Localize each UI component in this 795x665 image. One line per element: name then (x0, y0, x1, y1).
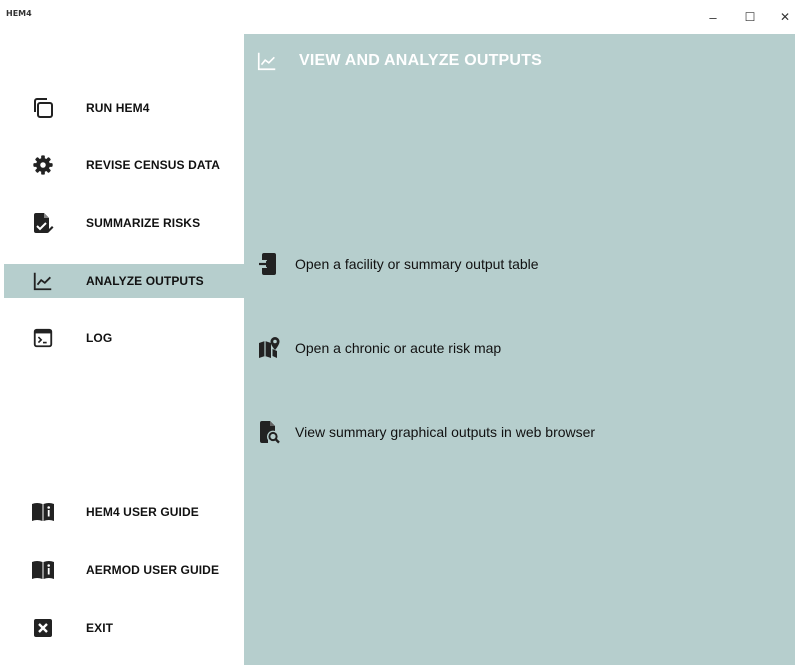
minimize-icon: – (709, 9, 717, 25)
maximize-icon: ☐ (744, 10, 756, 24)
sidebar-item-label: REVISE CENSUS DATA (86, 158, 221, 172)
gear-icon (31, 153, 55, 177)
action-label: View summary graphical outputs in web br… (295, 424, 596, 440)
sidebar-item-label: HEM4 USER GUIDE (86, 505, 199, 519)
sidebar-item-summarize-risks[interactable]: SUMMARIZE RISKS (4, 206, 244, 240)
sidebar-item-hem4-user-guide[interactable]: HEM4 USER GUIDE (4, 495, 244, 529)
close-box-icon (31, 616, 55, 640)
close-window-button[interactable]: ✕ (770, 6, 795, 28)
book-info-icon (31, 558, 55, 582)
action-label: Open a chronic or acute risk map (295, 340, 502, 356)
copy-icon (31, 96, 55, 120)
sidebar-item-label: ANALYZE OUTPUTS (86, 274, 204, 288)
sidebar-item-revise-census-data[interactable]: REVISE CENSUS DATA (4, 148, 244, 182)
sidebar-item-analyze-outputs[interactable]: ANALYZE OUTPUTS (4, 264, 244, 298)
sidebar-item-label: SUMMARIZE RISKS (86, 216, 201, 230)
sidebar-item-aermod-user-guide[interactable]: AERMOD USER GUIDE (4, 553, 244, 587)
sidebar-item-label: RUN HEM4 (86, 101, 150, 115)
sidebar-item-log[interactable]: LOG (4, 321, 244, 355)
sidebar-item-run-hem4[interactable]: RUN HEM4 (4, 91, 244, 125)
sidebar-item-label: EXIT (86, 621, 114, 635)
sidebar-item-label: LOG (86, 331, 113, 345)
app-title: HEM4 (6, 9, 32, 18)
sidebar: RUN HEM4 REVISE CENSUS DATA SUMMARIZE RI… (0, 34, 244, 665)
view-graphical-outputs-button[interactable]: View summary graphical outputs in web br… (258, 418, 595, 446)
terminal-icon (31, 326, 55, 350)
line-chart-icon (31, 269, 55, 293)
title-bar: HEM4 – ☐ ✕ (0, 0, 795, 34)
close-icon: ✕ (779, 10, 791, 24)
open-risk-map-button[interactable]: Open a chronic or acute risk map (258, 334, 501, 362)
main-panel: VIEW AND ANALYZE OUTPUTS Open a facility… (244, 34, 795, 665)
file-search-icon (258, 420, 280, 444)
minimize-button[interactable]: – (698, 6, 728, 28)
page-title: VIEW AND ANALYZE OUTPUTS (299, 52, 543, 69)
map-marker-icon (258, 336, 280, 360)
sidebar-item-exit[interactable]: EXIT (4, 611, 244, 645)
line-chart-icon (256, 50, 278, 77)
document-edit-icon (31, 211, 55, 235)
maximize-button[interactable]: ☐ (735, 6, 765, 28)
book-info-icon (31, 500, 55, 524)
file-import-icon (258, 252, 280, 276)
action-label: Open a facility or summary output table (295, 256, 539, 272)
sidebar-item-label: AERMOD USER GUIDE (86, 563, 220, 577)
open-output-table-button[interactable]: Open a facility or summary output table (258, 250, 539, 278)
